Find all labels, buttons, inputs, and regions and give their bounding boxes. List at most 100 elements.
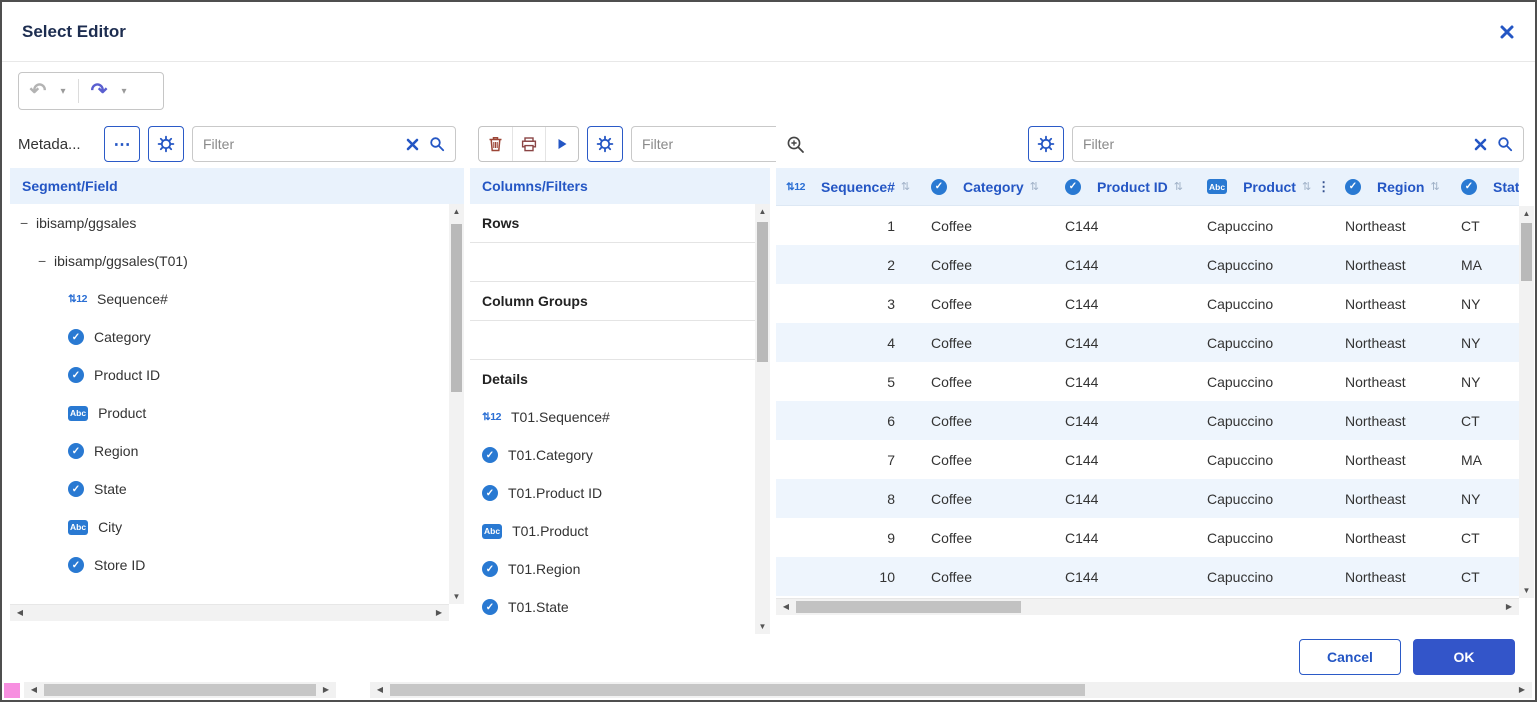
print-button[interactable]: [512, 127, 545, 161]
check-field-icon: ✓: [482, 447, 498, 463]
scroll-left-icon[interactable]: ◀: [372, 682, 388, 698]
scroll-down-icon[interactable]: ▼: [755, 619, 770, 634]
table-cell: Northeast: [1325, 452, 1441, 468]
tree-item-product[interactable]: AbcProduct: [10, 394, 449, 432]
detail-item-t01-category[interactable]: ✓ T01.Category: [470, 436, 755, 474]
scroll-down-icon[interactable]: ▼: [449, 589, 464, 604]
scroll-right-icon[interactable]: ▶: [318, 682, 334, 698]
metadata-horizontal-scrollbar[interactable]: ◀ ▶: [10, 604, 449, 621]
dialog-titlebar: Select Editor: [2, 2, 1535, 62]
bottom-right-scrollbar[interactable]: ◀ ▶: [370, 682, 1532, 698]
preview-horizontal-scrollbar[interactable]: ◀ ▶: [776, 598, 1519, 615]
sort-icon[interactable]: ⇅: [1302, 180, 1311, 193]
column-menu-icon[interactable]: ⋮: [1317, 179, 1325, 195]
metadata-filter-input[interactable]: [203, 136, 396, 152]
tree-item-state[interactable]: ✓State: [10, 470, 449, 508]
redo-icon: ↷: [91, 81, 108, 101]
ok-button[interactable]: OK: [1413, 639, 1515, 675]
scroll-left-icon[interactable]: ◀: [26, 682, 42, 698]
table-cell: Northeast: [1325, 335, 1441, 351]
preview-settings-button[interactable]: [1028, 126, 1064, 162]
sort-icon[interactable]: ⇅: [901, 180, 910, 193]
table-cell: CT: [1441, 530, 1519, 546]
collapse-minus-icon[interactable]: −: [38, 253, 54, 269]
scroll-left-icon[interactable]: ◀: [778, 599, 794, 615]
scroll-up-icon[interactable]: ▲: [1519, 206, 1534, 221]
detail-item-t01-product-id[interactable]: ✓T01.Product ID: [470, 474, 755, 512]
table-row: 9CoffeeC144CapuccinoNortheastCT: [776, 518, 1519, 557]
preview-filter-input[interactable]: [1083, 136, 1464, 152]
scroll-right-icon[interactable]: ▶: [431, 605, 447, 621]
tree-item-store-id[interactable]: ✓ Store ID: [10, 546, 449, 584]
columns-vertical-scrollbar[interactable]: ▲ ▼: [755, 204, 770, 634]
redo-button[interactable]: ↷: [84, 76, 114, 106]
metadata-settings-button[interactable]: [148, 126, 184, 162]
bottom-left-scrollbar[interactable]: ◀ ▶: [24, 682, 336, 698]
detail-item-t01-sequence[interactable]: ⇅12T01.Sequence#: [470, 398, 755, 436]
collapse-minus-icon[interactable]: −: [20, 215, 36, 231]
scrollbar-thumb[interactable]: [757, 222, 768, 362]
sort-icon[interactable]: ⇅: [1030, 180, 1039, 193]
table-cell: Northeast: [1325, 569, 1441, 585]
field-tree: −ibisamp/ggsales−ibisamp/ggsales(T01)⇅12…: [10, 204, 449, 604]
scroll-right-icon[interactable]: ▶: [1514, 682, 1530, 698]
detail-item-label: T01.State: [508, 599, 569, 615]
clear-filter-icon[interactable]: [406, 138, 419, 151]
tree-item-ibisamp-ggsales-t01[interactable]: −ibisamp/ggsales(T01): [10, 242, 449, 280]
tree-item-sequence[interactable]: ⇅12Sequence#: [10, 280, 449, 318]
tree-item-city[interactable]: AbcCity: [10, 508, 449, 546]
tree-item-label: Store ID: [94, 557, 145, 573]
column-header-product-id[interactable]: ✓Product ID⇅⋮: [1045, 179, 1187, 195]
scrollbar-thumb[interactable]: [44, 684, 316, 696]
column-groups-dropzone[interactable]: [470, 320, 755, 360]
scroll-up-icon[interactable]: ▲: [755, 204, 770, 219]
scroll-down-icon[interactable]: ▼: [1519, 583, 1534, 598]
undo-dropdown-button[interactable]: ▾: [53, 76, 73, 106]
settings-icon: [1037, 135, 1055, 153]
rows-dropzone[interactable]: [470, 242, 755, 282]
cancel-button[interactable]: Cancel: [1299, 639, 1401, 675]
column-header-sequence[interactable]: ⇅12Sequence#⇅⋮: [776, 179, 911, 195]
undo-button[interactable]: ↶: [23, 76, 53, 106]
scrollbar-thumb[interactable]: [451, 224, 462, 392]
column-header-region[interactable]: ✓Region⇅⋮: [1325, 179, 1441, 195]
check-field-icon: ✓: [68, 557, 84, 573]
tree-item-region[interactable]: ✓Region: [10, 432, 449, 470]
run-button[interactable]: [545, 127, 578, 161]
tree-item-category[interactable]: ✓Category: [10, 318, 449, 356]
tree-item-ibisamp-ggsales[interactable]: −ibisamp/ggsales: [10, 204, 449, 242]
sort-icon[interactable]: ⇅: [1174, 180, 1183, 193]
preview-vertical-scrollbar[interactable]: ▲ ▼: [1519, 206, 1534, 598]
detail-item-t01-product[interactable]: AbcT01.Product: [470, 512, 755, 550]
clear-filter-icon[interactable]: [1474, 138, 1487, 151]
numeric-field-icon: ⇅12: [68, 293, 87, 305]
metadata-vertical-scrollbar[interactable]: ▲ ▼: [449, 204, 464, 604]
search-icon[interactable]: [429, 136, 445, 152]
scrollbar-thumb[interactable]: [1521, 223, 1532, 281]
column-header-state[interactable]: ✓State⇅⋮: [1441, 179, 1519, 195]
table-cell: C144: [1045, 413, 1187, 429]
column-header-category[interactable]: ✓Category⇅⋮: [911, 179, 1045, 195]
sort-icon[interactable]: ⇅: [1430, 180, 1439, 193]
detail-item-t01-region[interactable]: ✓T01.Region: [470, 550, 755, 588]
table-cell: C144: [1045, 296, 1187, 312]
search-icon[interactable]: [1497, 136, 1513, 152]
scrollbar-thumb[interactable]: [390, 684, 1085, 696]
detail-item-label: T01.Category: [508, 447, 593, 463]
scroll-left-icon[interactable]: ◀: [12, 605, 28, 621]
column-header-product[interactable]: AbcProduct⇅⋮: [1187, 179, 1325, 195]
table-cell: NY: [1441, 374, 1519, 390]
table-cell: Coffee: [911, 296, 1045, 312]
scroll-right-icon[interactable]: ▶: [1501, 599, 1517, 615]
printer-icon: [521, 137, 537, 152]
close-button[interactable]: [1499, 24, 1515, 40]
zoom-button[interactable]: [786, 135, 805, 154]
scrollbar-thumb[interactable]: [796, 601, 1021, 613]
delete-button[interactable]: [479, 127, 512, 161]
detail-item-t01-state[interactable]: ✓T01.State: [470, 588, 755, 626]
columns-settings-button[interactable]: [587, 126, 623, 162]
tree-item-product-id[interactable]: ✓Product ID: [10, 356, 449, 394]
more-options-button[interactable]: ⋯: [104, 126, 140, 162]
scroll-up-icon[interactable]: ▲: [449, 204, 464, 219]
redo-dropdown-button[interactable]: ▾: [114, 76, 134, 106]
